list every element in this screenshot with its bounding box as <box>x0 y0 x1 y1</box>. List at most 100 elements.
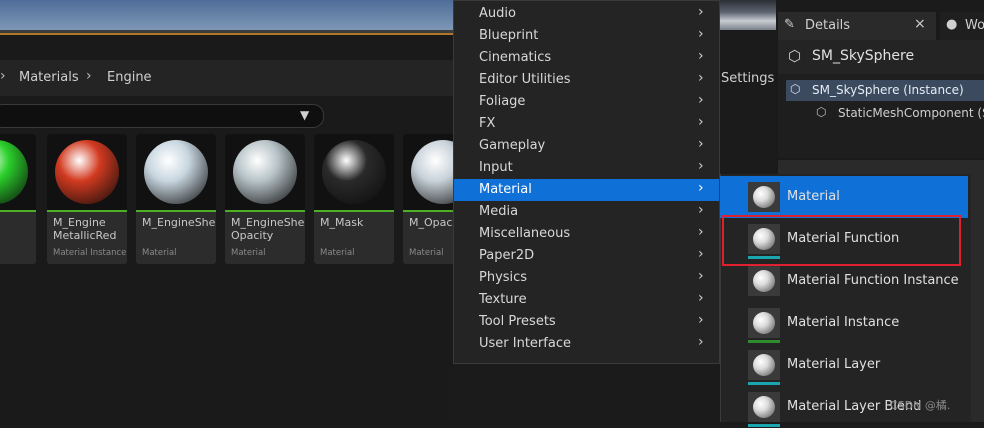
asset-type-color-bar <box>748 340 780 343</box>
chevron-right-icon: › <box>698 334 704 350</box>
material-sphere <box>0 140 28 204</box>
material-asset-icon <box>748 392 780 427</box>
chevron-right-icon: › <box>698 312 704 328</box>
chevron-right-icon: › <box>698 290 704 306</box>
cube-icon: ⬡ <box>788 47 802 65</box>
asset-type-color-bar <box>47 210 127 212</box>
menu-item-label: Tool Presets <box>479 314 556 329</box>
tree-item[interactable]: ⬡ StaticMeshComponent (S <box>786 103 984 124</box>
chevron-right-icon: › <box>698 92 704 108</box>
menu-item-foliage[interactable]: Foliage › <box>454 91 719 113</box>
asset-type: Material <box>320 248 355 258</box>
sphere-icon <box>753 354 775 376</box>
tab-details[interactable]: ✎ Details × <box>778 12 936 40</box>
asset-type: Material <box>409 248 444 258</box>
breadcrumb-item-engine[interactable]: Engine <box>107 70 152 85</box>
asset-thumbnail <box>225 134 305 210</box>
asset-type-color-bar <box>225 210 305 212</box>
menu-item-miscellaneous[interactable]: Miscellaneous › <box>454 223 719 245</box>
menu-item-label: Input <box>479 160 513 175</box>
sphere-icon <box>753 270 775 292</box>
chevron-down-icon[interactable]: ▼ <box>300 104 318 126</box>
menu-item-label: Editor Utilities <box>479 72 571 87</box>
menu-item-paper2d[interactable]: Paper2D › <box>454 245 719 267</box>
menu-item-media[interactable]: Media › <box>454 201 719 223</box>
chevron-right-icon: › <box>698 26 704 42</box>
menu-item-texture[interactable]: Texture › <box>454 289 719 311</box>
chevron-right-icon: › <box>698 268 704 284</box>
menu-item-label: User Interface <box>479 336 571 351</box>
submenu-item-material[interactable]: Material <box>720 176 968 218</box>
sphere-icon <box>753 186 775 208</box>
submenu-item-material-function-instance[interactable]: Material Function Instance <box>720 260 968 302</box>
filter-dropdown[interactable] <box>0 104 324 128</box>
globe-icon: ● <box>946 17 958 32</box>
menu-item-fx[interactable]: FX › <box>454 113 719 135</box>
viewport-preview-right <box>720 0 776 30</box>
tree-item-label: StaticMeshComponent (S <box>838 106 984 120</box>
submenu-item-material-layer[interactable]: Material Layer <box>720 344 968 386</box>
menu-item-audio[interactable]: Audio › <box>454 3 719 25</box>
menu-item-tool-presets[interactable]: Tool Presets › <box>454 311 719 333</box>
asset-thumbnail <box>47 134 127 210</box>
asset-tile[interactable]: M_EngineShell Opacity Material <box>225 134 305 264</box>
settings-label[interactable]: Settings <box>721 71 774 86</box>
submenu-item-material-instance[interactable]: Material Instance <box>720 302 968 344</box>
details-header: ⬡ SM_SkySphere <box>778 40 984 74</box>
chevron-right-icon: › <box>698 180 704 196</box>
asset-type-color-bar <box>136 210 216 212</box>
asset-name: M_EngineShell <box>142 216 216 229</box>
menu-item-physics[interactable]: Physics › <box>454 267 719 289</box>
chevron-right-icon: › <box>698 158 704 174</box>
sphere-icon <box>753 396 775 418</box>
asset-name: M_Mask <box>320 216 364 229</box>
asset-tile[interactable]: ne Greennstance <box>0 134 36 264</box>
menu-item-blueprint[interactable]: Blueprint › <box>454 25 719 47</box>
asset-type: Material Instance <box>53 248 127 258</box>
menu-item-input[interactable]: Input › <box>454 157 719 179</box>
asset-name: M_EngineShell Opacity <box>231 216 305 242</box>
menu-item-label: Material <box>479 182 532 197</box>
asset-thumbnail <box>314 134 394 210</box>
submenu-item-label: Material <box>787 189 840 204</box>
asset-name: M_Engine MetallicRed <box>53 216 117 242</box>
material-sphere <box>233 140 297 204</box>
chevron-right-icon: › <box>86 68 92 84</box>
asset-type-color-bar <box>748 424 780 427</box>
submenu-item-label: Material Instance <box>787 315 900 330</box>
chevron-right-icon: › <box>698 246 704 262</box>
menu-item-label: Paper2D <box>479 248 535 263</box>
menu-item-label: Gameplay <box>479 138 546 153</box>
tab-world[interactable]: ● Wo <box>940 12 984 40</box>
asset-tile[interactable]: M_Engine MetallicRed Material Instance <box>47 134 127 264</box>
asset-type: Material <box>231 248 266 258</box>
submenu-item-label: Material Layer <box>787 357 881 372</box>
cube-icon: ⬡ <box>816 105 827 119</box>
asset-type-color-bar <box>0 210 36 212</box>
asset-thumbnail <box>136 134 216 210</box>
asset-type: Material <box>142 248 177 258</box>
actor-title: SM_SkySphere <box>812 48 915 64</box>
menu-item-editor-utilities[interactable]: Editor Utilities › <box>454 69 719 91</box>
tree-item-label: SM_SkySphere (Instance) <box>812 83 964 97</box>
breadcrumb-item-materials[interactable]: Materials <box>19 70 79 85</box>
chevron-right-icon: › <box>698 114 704 130</box>
tree-item-selected[interactable]: ⬡ SM_SkySphere (Instance) <box>786 80 984 101</box>
material-sphere <box>55 140 119 204</box>
menu-item-label: Audio <box>479 6 516 21</box>
menu-item-gameplay[interactable]: Gameplay › <box>454 135 719 157</box>
menu-item-user-interface[interactable]: User Interface › <box>454 333 719 355</box>
menu-item-cinematics[interactable]: Cinematics › <box>454 47 719 69</box>
asset-type-color-bar <box>314 210 394 212</box>
menu-item-label: Foliage <box>479 94 526 109</box>
submenu-item-label: Material Function Instance <box>787 273 959 288</box>
chevron-right-icon: › <box>698 136 704 152</box>
asset-type-color-bar <box>748 382 780 385</box>
asset-tile[interactable]: M_EngineShell Material <box>136 134 216 264</box>
menu-item-label: Physics <box>479 270 528 285</box>
asset-tile[interactable]: M_Mask Material <box>314 134 394 264</box>
menu-item-label: Texture <box>479 292 527 307</box>
menu-item-material[interactable]: Material › <box>454 179 719 201</box>
close-icon[interactable]: × <box>914 16 926 32</box>
viewport-preview <box>0 0 455 30</box>
